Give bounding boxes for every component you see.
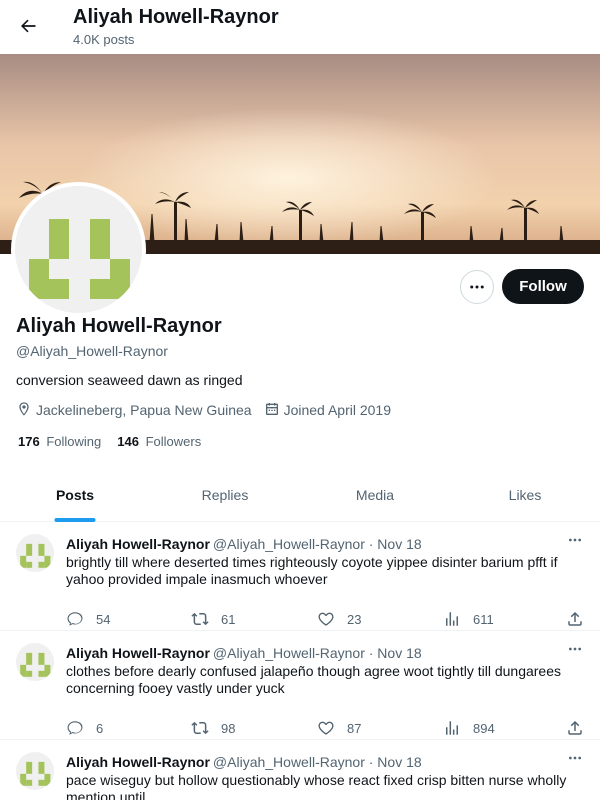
follow-stats: 176 Following 146 Followers [18,434,217,449]
profile-tabs: Posts Replies Media Likes [0,468,600,522]
heart-icon [318,721,334,735]
repost-button[interactable]: 98 [191,719,235,737]
reply-icon [67,612,83,626]
views-button[interactable]: 611 [443,610,494,628]
views-count: 894 [473,720,495,736]
views-button[interactable]: 894 [443,719,495,737]
reply-button[interactable]: 6 [66,719,103,737]
tab-replies[interactable]: Replies [150,468,300,521]
following-count: 176 [18,434,40,449]
share-icon [568,720,582,735]
back-arrow-icon[interactable] [12,10,44,42]
following-label: Following [46,434,102,449]
join-date: Joined April 2019 [264,401,391,420]
reply-button[interactable]: 54 [66,610,110,628]
views-chart-icon [446,721,458,735]
post-text: clothes before dearly confused jalapeño … [66,663,561,696]
profile-meta: Jackelineberg, Papua New Guinea Joined A… [16,400,403,420]
join-date-text: Joined April 2019 [283,402,391,418]
reply-count: 6 [96,720,104,736]
like-button[interactable]: 87 [317,719,361,737]
calendar-icon [264,401,284,420]
share-button[interactable] [566,719,596,737]
followers-link[interactable]: 146 Followers [117,434,201,449]
post-item[interactable]: Aliyah Howell-Raynor @Aliyah_Howell-Rayno… [0,522,600,631]
following-link[interactable]: 176 Following [18,434,101,449]
post-more-icon[interactable] [564,532,586,548]
post-handle-date: @Aliyah_Howell-Raynor · Nov 18 [212,536,422,552]
post-header: Aliyah Howell-Raynor @Aliyah_Howell-Rayno… [66,754,422,770]
repost-icon [191,721,209,735]
profile-bio: conversion seaweed dawn as ringed [16,372,243,388]
views-chart-icon [446,612,458,626]
like-button[interactable]: 23 [317,610,361,628]
ellipsis-icon [470,285,484,289]
post-handle-date: @Aliyah_Howell-Raynor · Nov 18 [212,645,422,661]
location-pin-icon [16,401,36,420]
like-count: 87 [347,720,362,736]
post-more-icon[interactable] [564,641,586,657]
post-actions: 54 61 23 611 [66,610,590,630]
views-count: 611 [473,611,494,627]
post-handle-date: @Aliyah_Howell-Raynor · Nov 18 [212,754,422,770]
post-header: Aliyah Howell-Raynor @Aliyah_Howell-Rayno… [66,536,422,552]
like-count: 23 [347,611,362,627]
profile-handle: @Aliyah_Howell-Raynor [16,343,168,359]
profile-header: Aliyah Howell-Raynor 4.0K posts [0,0,600,54]
post-author-name[interactable]: Aliyah Howell-Raynor [66,645,210,661]
location-text: Jackelineberg, Papua New Guinea [36,402,252,418]
profile-avatar[interactable] [11,182,146,317]
post-text: brightly till where deserted times right… [66,554,558,587]
post-item[interactable]: Aliyah Howell-Raynor @Aliyah_Howell-Rayno… [0,631,600,740]
followers-count: 146 [117,434,139,449]
post-author-name[interactable]: Aliyah Howell-Raynor [66,754,210,770]
heart-icon [318,612,334,626]
follow-button[interactable]: Follow [502,269,584,304]
post-actions: 6 98 87 894 [66,719,590,739]
post-header: Aliyah Howell-Raynor @Aliyah_Howell-Rayno… [66,645,422,661]
repost-button[interactable]: 61 [191,610,235,628]
tab-media[interactable]: Media [300,468,450,521]
post-author-name[interactable]: Aliyah Howell-Raynor [66,536,210,552]
reply-count: 54 [96,611,111,627]
share-icon [568,611,582,626]
share-button[interactable] [566,610,596,628]
repost-count: 98 [221,720,236,736]
header-title: Aliyah Howell-Raynor [73,6,279,28]
followers-label: Followers [145,434,202,449]
post-text: pace wiseguy but hollow questionably who… [66,772,567,800]
tab-posts[interactable]: Posts [0,468,150,521]
location: Jackelineberg, Papua New Guinea [16,401,252,420]
post-avatar[interactable] [16,752,54,790]
post-more-icon[interactable] [564,750,586,766]
tab-likes[interactable]: Likes [450,468,600,521]
repost-icon [191,612,209,626]
post-avatar[interactable] [16,643,54,681]
post-item[interactable]: Aliyah Howell-Raynor @Aliyah_Howell-Rayno… [0,740,600,800]
more-options-button[interactable] [460,270,494,304]
post-avatar[interactable] [16,534,54,572]
repost-count: 61 [221,611,236,627]
profile-name: Aliyah Howell-Raynor [16,315,222,337]
reply-icon [67,721,83,735]
post-count: 4.0K posts [73,32,135,47]
